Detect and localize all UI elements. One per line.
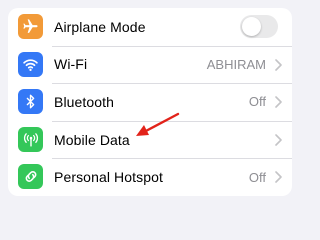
airplane-icon: [18, 14, 43, 39]
row-label: Personal Hotspot: [54, 169, 163, 186]
row-personal-hotspot[interactable]: Personal Hotspot Off: [8, 158, 292, 196]
antenna-icon: [18, 126, 43, 152]
row-wifi[interactable]: Wi-Fi ABHIRAM: [8, 45, 292, 84]
wifi-network-value: ABHIRAM: [206, 56, 266, 72]
toggle-knob: [242, 17, 261, 36]
row-label: Bluetooth: [54, 93, 115, 110]
row-bluetooth[interactable]: Bluetooth Off: [8, 83, 292, 121]
row-mobile-data[interactable]: Mobile Data: [8, 120, 292, 159]
row-label: Mobile Data: [54, 131, 130, 148]
airplane-mode-toggle[interactable]: [240, 15, 278, 38]
chevron-right-icon: [275, 171, 282, 184]
bluetooth-status-value: Off: [248, 94, 266, 110]
settings-screen: Airplane Mode Wi-Fi ABHIRAM Bluetooth Of…: [0, 0, 300, 204]
bluetooth-icon: [18, 89, 43, 115]
chevron-right-icon: [275, 133, 282, 146]
settings-group: Airplane Mode Wi-Fi ABHIRAM Bluetooth Of…: [8, 8, 292, 196]
hotspot-status-value: Off: [248, 169, 266, 185]
hotspot-icon: [18, 164, 43, 190]
row-label: Airplane Mode: [54, 18, 146, 35]
row-airplane-mode[interactable]: Airplane Mode: [8, 8, 292, 46]
wifi-icon: [18, 51, 43, 77]
row-label: Wi-Fi: [54, 56, 88, 73]
chevron-right-icon: [275, 58, 282, 71]
chevron-right-icon: [275, 96, 282, 108]
